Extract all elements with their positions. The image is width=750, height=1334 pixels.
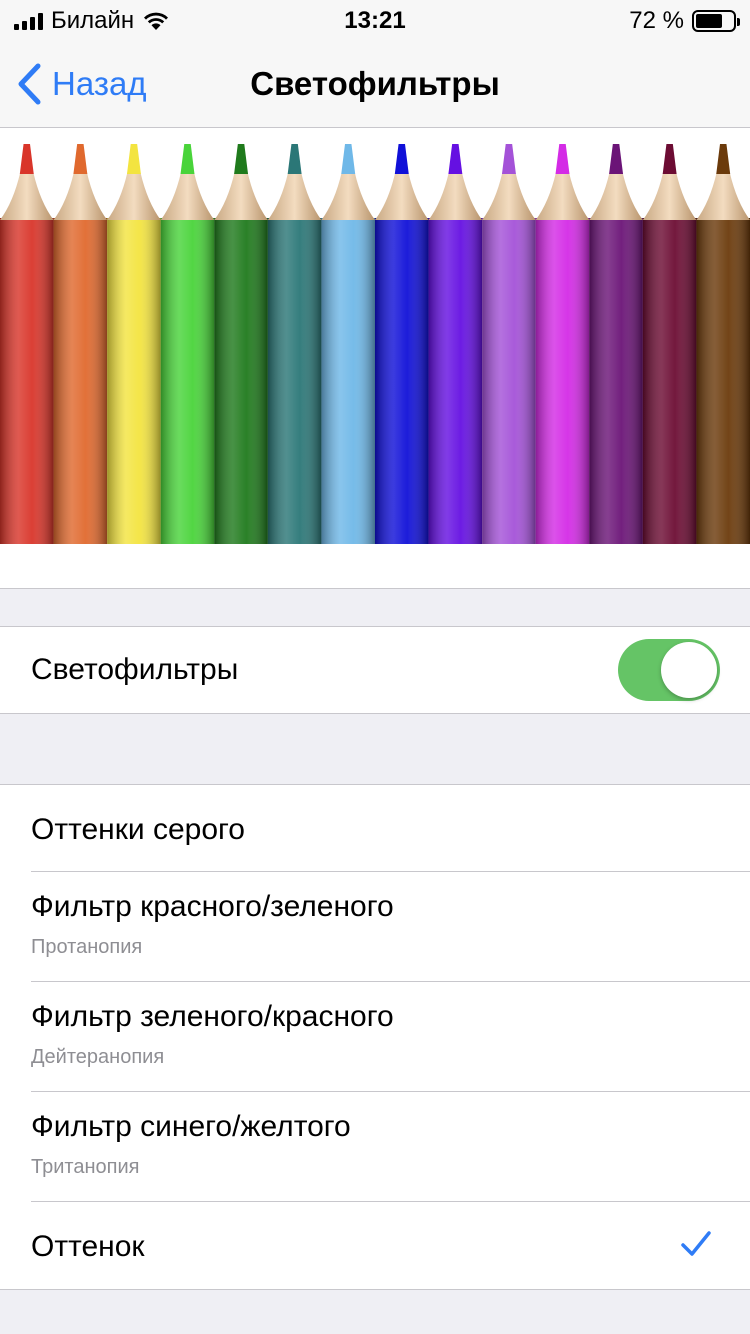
- filter-option-title: Фильтр синего/желтого: [31, 1110, 351, 1143]
- filter-option-title: Оттенки серого: [31, 813, 245, 846]
- filter-option-title: Фильтр красного/зеленого: [31, 890, 394, 923]
- color-filters-toggle[interactable]: [618, 639, 720, 701]
- filter-option-subtitle: Тританопия: [31, 1156, 140, 1178]
- navigation-bar: Назад Светофильтры: [0, 40, 750, 128]
- status-right: 72 %: [629, 7, 740, 34]
- cellular-signal-icon: [14, 12, 43, 30]
- battery-tip: [737, 18, 740, 26]
- battery-percent: 72 %: [629, 7, 684, 34]
- filter-option-title: Оттенок: [31, 1230, 145, 1263]
- pencil: [696, 144, 750, 544]
- filter-option-grayscale[interactable]: Оттенки серого: [0, 785, 750, 872]
- pencil: [107, 144, 161, 544]
- status-left: Билайн: [14, 8, 170, 34]
- toggle-group: Светофильтры: [0, 626, 750, 714]
- filter-option-tritanopia[interactable]: Фильтр синего/желтого Тританопия: [0, 1092, 750, 1202]
- battery-fill: [696, 14, 722, 28]
- checkmark-icon: [681, 1231, 711, 1256]
- colored-pencils-illustration: [0, 144, 750, 544]
- pencil: [321, 144, 375, 544]
- pencil: [589, 144, 643, 544]
- wifi-icon: [144, 12, 169, 30]
- pencil: [642, 144, 697, 544]
- back-button[interactable]: Назад: [16, 62, 147, 106]
- status-bar: Билайн 13:21 72 %: [0, 0, 750, 40]
- pencil: [214, 144, 268, 544]
- pencil: [482, 144, 536, 544]
- pencil: [535, 144, 590, 544]
- pencil: [160, 144, 215, 544]
- pencil: [375, 144, 429, 544]
- battery-icon: [692, 10, 740, 32]
- filter-option-title: Фильтр зеленого/красного: [31, 1000, 394, 1033]
- pencil: [428, 144, 483, 544]
- toggle-row-label: Светофильтры: [31, 653, 239, 686]
- color-filters-preview: [0, 128, 750, 589]
- filter-options-group: Оттенки серого Фильтр красного/зеленого …: [0, 784, 750, 1290]
- chevron-left-icon: [18, 63, 41, 105]
- filter-option-tint[interactable]: Оттенок: [0, 1202, 750, 1289]
- color-filters-toggle-row: Светофильтры: [0, 627, 750, 713]
- back-button-label: Назад: [52, 65, 147, 102]
- filter-option-subtitle: Протанопия: [31, 936, 143, 958]
- filter-option-subtitle: Дейтеранопия: [31, 1046, 165, 1068]
- pencil: [0, 144, 54, 544]
- pencil: [267, 144, 322, 544]
- filter-option-protanopia[interactable]: Фильтр красного/зеленого Протанопия: [0, 872, 750, 982]
- filter-option-deuteranopia[interactable]: Фильтр зеленого/красного Дейтеранопия: [0, 982, 750, 1092]
- carrier-name: Билайн: [51, 7, 135, 34]
- toggle-knob: [661, 642, 717, 698]
- pencil: [53, 144, 108, 544]
